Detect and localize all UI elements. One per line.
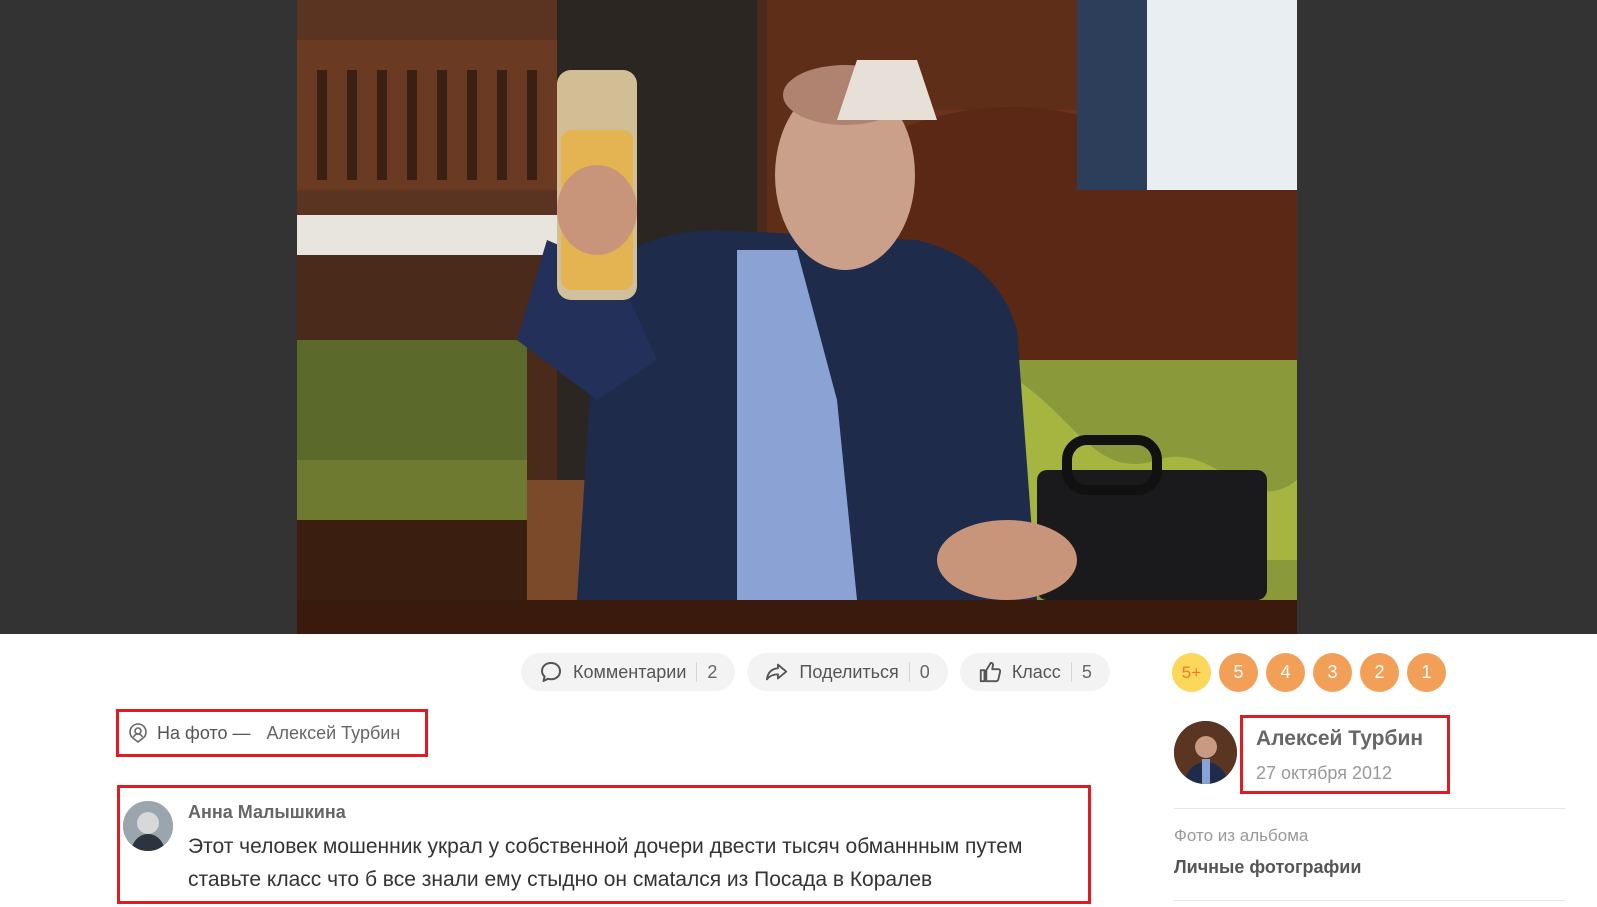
share-count: 0 [919, 661, 930, 682]
photo-grades: 5+ 5 4 3 2 1 [1172, 653, 1446, 692]
divider [696, 662, 698, 682]
comment-bubble-icon [539, 660, 563, 684]
photo-viewer [0, 0, 1597, 634]
album-name-link[interactable]: Личные фотографии [1174, 857, 1361, 878]
share-label: Поделиться [799, 661, 899, 682]
share-button[interactable]: Поделиться 0 [747, 653, 948, 691]
tagged-people: На фото — Алексей Турбин [116, 709, 428, 757]
main-photo[interactable] [297, 0, 1297, 634]
comment-text: Этот человек мошенник украл у собственно… [188, 835, 1023, 891]
comment-item: Анна Малышкина Этот человек мошенник укр… [117, 785, 1091, 904]
person-tag-icon [127, 722, 149, 744]
comments-label: Комментарии [573, 661, 687, 682]
owner-info: Алексей Турбин 27 октября 2012 [1240, 715, 1450, 794]
photo-date: 27 октября 2012 [1256, 763, 1393, 783]
tagged-prefix: На фото — [157, 722, 251, 743]
owner-avatar[interactable] [1174, 721, 1237, 784]
comments-button[interactable]: Комментарии 2 [521, 653, 736, 691]
grade-1[interactable]: 1 [1407, 653, 1446, 692]
commenter-avatar[interactable] [123, 801, 173, 851]
divider [1174, 808, 1566, 809]
owner-name[interactable]: Алексей Турбин [1256, 727, 1423, 751]
tagged-person-link[interactable]: Алексей Турбин [267, 723, 401, 744]
photo-actions: Комментарии 2 Поделиться 0 Класс 5 [521, 653, 1110, 691]
grade-4[interactable]: 4 [1266, 653, 1305, 692]
comments-count: 2 [707, 661, 718, 682]
divider [1174, 900, 1566, 901]
divider [1070, 662, 1072, 682]
thumbs-up-icon [978, 660, 1002, 684]
album-label: Фото из альбома [1174, 826, 1309, 845]
grade-5plus[interactable]: 5+ [1172, 653, 1211, 692]
divider [908, 662, 910, 682]
klass-count: 5 [1081, 661, 1092, 682]
grade-5[interactable]: 5 [1219, 653, 1258, 692]
klass-label: Класс [1011, 661, 1061, 682]
grade-3[interactable]: 3 [1313, 653, 1352, 692]
grade-2[interactable]: 2 [1360, 653, 1399, 692]
share-arrow-icon [765, 660, 789, 684]
comment-author[interactable]: Анна Малышкина [188, 802, 346, 823]
klass-button[interactable]: Класс 5 [959, 653, 1110, 691]
